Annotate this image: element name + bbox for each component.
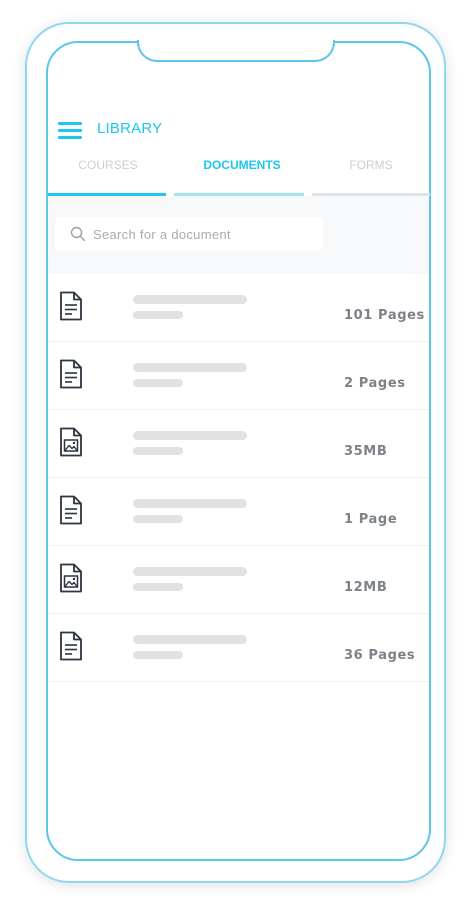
- document-subtitle-placeholder: [133, 447, 183, 455]
- document-title-placeholder: [133, 431, 247, 440]
- document-row[interactable]: 36 Pages: [48, 614, 429, 682]
- image-document-icon: [60, 563, 82, 593]
- document-row[interactable]: 101 Pages: [48, 274, 429, 342]
- document-size: 1 Page: [344, 512, 398, 527]
- document-row[interactable]: 2 Pages: [48, 342, 429, 410]
- page-title: LIBRARY: [97, 120, 163, 137]
- document-list: 101 Pages 2 Pages 35MB 1 Page 12MB 36 Pa…: [48, 274, 429, 682]
- text-document-icon: [60, 359, 82, 389]
- text-document-icon: [60, 495, 82, 525]
- document-subtitle-placeholder: [133, 651, 183, 659]
- document-size: 12MB: [344, 580, 388, 595]
- document-row[interactable]: 1 Page: [48, 478, 429, 546]
- image-document-icon: [60, 427, 82, 457]
- document-subtitle-placeholder: [133, 583, 183, 591]
- document-subtitle-placeholder: [133, 379, 183, 387]
- tab-documents[interactable]: DOCUMENTS: [172, 158, 312, 172]
- document-title-placeholder: [133, 295, 247, 304]
- document-size: 36 Pages: [344, 648, 416, 663]
- tab-courses[interactable]: COURSES: [48, 158, 168, 172]
- search-input[interactable]: [93, 224, 313, 244]
- document-size: 2 Pages: [344, 376, 406, 391]
- text-document-icon: [60, 291, 82, 321]
- text-document-icon: [60, 631, 82, 661]
- document-title-placeholder: [133, 635, 247, 644]
- document-subtitle-placeholder: [133, 311, 183, 319]
- notch-mask: [139, 38, 333, 44]
- document-size: 35MB: [344, 444, 388, 459]
- tab-forms[interactable]: FORMS: [312, 158, 430, 172]
- document-title-placeholder: [133, 499, 247, 508]
- document-title-placeholder: [133, 567, 247, 576]
- document-row[interactable]: 12MB: [48, 546, 429, 614]
- document-title-placeholder: [133, 363, 247, 372]
- hamburger-menu-icon[interactable]: [58, 122, 82, 140]
- search-icon: [70, 226, 86, 242]
- document-subtitle-placeholder: [133, 515, 183, 523]
- document-row[interactable]: 35MB: [48, 410, 429, 478]
- document-size: 101 Pages: [344, 308, 425, 323]
